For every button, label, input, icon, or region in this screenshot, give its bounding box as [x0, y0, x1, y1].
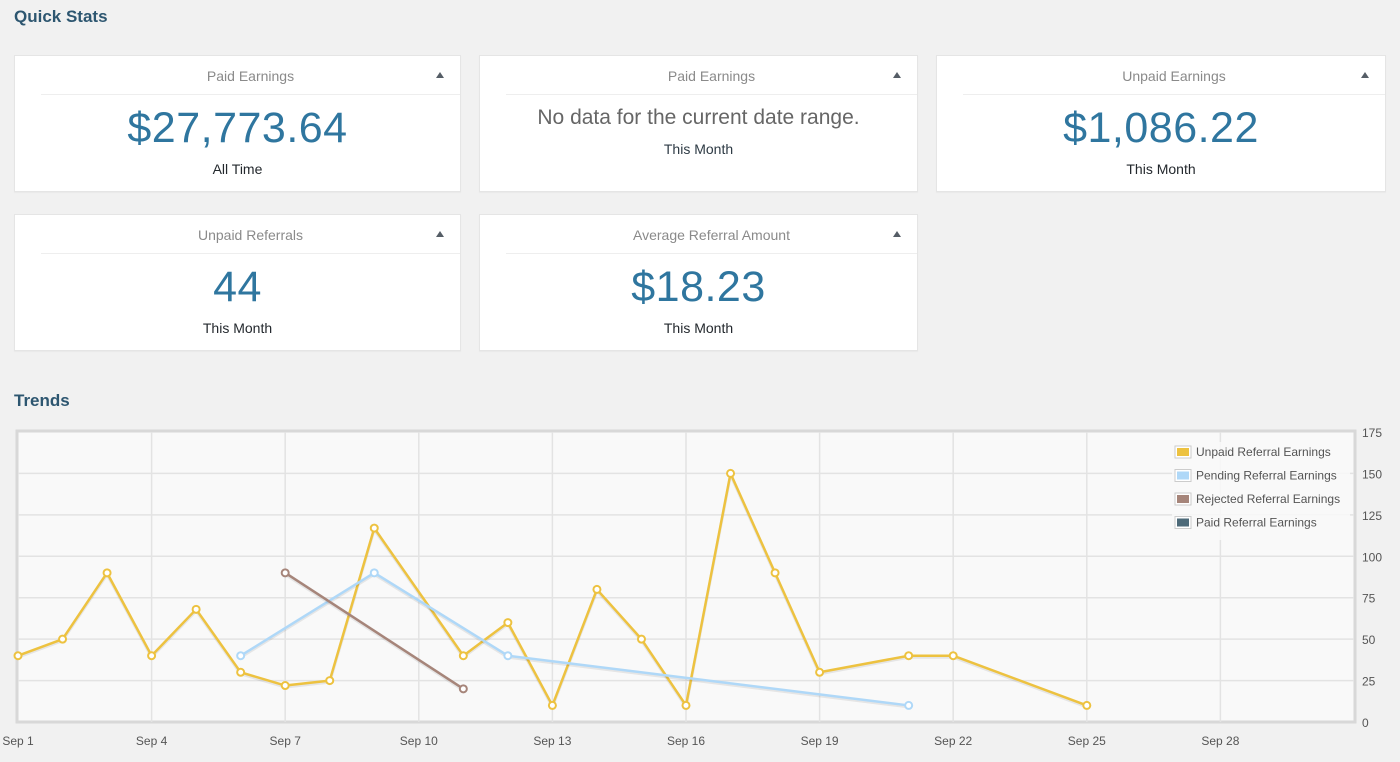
chart-legend: Unpaid Referral Earnings Pending Referral…: [1172, 442, 1350, 540]
data-point: [904, 651, 914, 661]
y-tick-label: 75: [1362, 592, 1376, 606]
data-point: [102, 568, 112, 578]
card-title: Paid Earnings: [206, 68, 295, 84]
y-tick-label: 175: [1362, 426, 1382, 440]
triangle-up-icon[interactable]: [1359, 69, 1371, 81]
data-point: [681, 700, 691, 710]
triangle-up-icon[interactable]: [434, 69, 446, 81]
card-header: Paid Earnings: [506, 56, 917, 95]
card-header: Paid Earnings: [41, 56, 460, 95]
card-title: Unpaid Referrals: [197, 227, 304, 243]
stat-card-unpaid-earnings: Unpaid Earnings $1,086.22 This Month: [936, 55, 1386, 192]
card-header: Unpaid Earnings: [963, 56, 1385, 95]
card-no-data-message: No data for the current date range.: [537, 106, 860, 129]
data-point: [770, 568, 780, 578]
card-header: Unpaid Referrals: [41, 215, 460, 254]
x-tick-label: Sep 19: [801, 734, 839, 748]
stat-card-paid-earnings-this-month: Paid Earnings No data for the current da…: [479, 55, 918, 192]
trends-chart-svg: 0255075100125150175 Sep 1 Sep 4 Sep 7 Sep 1…: [2, 426, 1382, 748]
data-point: [904, 700, 914, 710]
data-point: [503, 651, 513, 661]
card-value: $1,086.22: [1063, 104, 1259, 152]
y-tick-label: 50: [1362, 633, 1376, 647]
card-period: This Month: [663, 320, 734, 336]
data-point: [458, 684, 468, 694]
x-tick-label: Sep 7: [270, 734, 302, 748]
y-axis-ticks: 0 25 50 75 100 125 150 175: [1362, 426, 1382, 730]
data-point: [280, 681, 290, 691]
data-point: [13, 651, 23, 661]
y-tick-label: 150: [1362, 467, 1382, 481]
data-point: [458, 651, 468, 661]
legend-swatch: [1177, 471, 1189, 480]
y-tick-label: 125: [1362, 509, 1382, 523]
data-point: [280, 568, 290, 578]
data-point: [369, 568, 379, 578]
card-title: Average Referral Amount: [633, 227, 790, 243]
card-period: This Month: [663, 141, 734, 157]
legend-label: Pending Referral Earnings: [1196, 469, 1337, 483]
legend-label: Rejected Referral Earnings: [1196, 492, 1340, 506]
x-tick-label: Sep 22: [934, 734, 972, 748]
x-tick-label: Sep 1: [2, 734, 34, 748]
x-tick-label: Sep 4: [136, 734, 168, 748]
legend-swatch: [1177, 518, 1189, 527]
data-point: [369, 523, 379, 533]
card-value: $18.23: [631, 263, 766, 311]
data-point: [325, 676, 335, 686]
data-point: [191, 604, 201, 614]
data-point: [592, 584, 602, 594]
stat-card-paid-earnings-all-time: Paid Earnings $27,773.64 All Time: [14, 55, 461, 192]
trends-chart: 0 25 50 75 100 125 150 175 Sep 1 Sep 4 Sep 7 Sep 1…: [0, 420, 1400, 762]
card-value: $27,773.64: [127, 104, 348, 152]
stat-card-unpaid-referrals: Unpaid Referrals 44 This Month: [14, 214, 461, 351]
data-point: [236, 667, 246, 677]
x-tick-label: Sep 10: [400, 734, 438, 748]
card-value: 44: [213, 263, 262, 311]
legend-label: Unpaid Referral Earnings: [1196, 445, 1331, 459]
data-point: [147, 651, 157, 661]
data-point: [547, 700, 557, 710]
card-period: This Month: [202, 320, 273, 336]
legend-label: Paid Referral Earnings: [1196, 516, 1317, 530]
data-point: [58, 634, 68, 644]
x-tick-label: Sep 28: [1201, 734, 1239, 748]
quick-stats-heading: Quick Stats: [14, 7, 108, 26]
triangle-up-icon[interactable]: [434, 228, 446, 240]
card-period: This Month: [1126, 161, 1196, 177]
legend-swatch: [1177, 495, 1189, 503]
data-point: [948, 651, 958, 661]
data-point: [1082, 700, 1092, 710]
card-title: Paid Earnings: [667, 68, 756, 84]
card-header: Average Referral Amount: [506, 215, 917, 254]
x-tick-label: Sep 16: [667, 734, 705, 748]
x-tick-label: Sep 25: [1068, 734, 1106, 748]
y-tick-label: 100: [1362, 550, 1382, 564]
triangle-up-icon[interactable]: [891, 228, 903, 240]
trends-heading: Trends: [14, 391, 70, 410]
triangle-up-icon[interactable]: [891, 69, 903, 81]
data-point: [726, 468, 736, 478]
x-axis-ticks: Sep 1 Sep 4 Sep 7 Sep 10 Sep 13 Sep 16 Sep 19 S…: [2, 734, 1239, 748]
card-period: All Time: [212, 161, 263, 177]
data-point: [503, 618, 513, 628]
y-tick-label: 25: [1362, 675, 1376, 689]
legend-swatch: [1177, 448, 1189, 456]
data-point: [815, 667, 825, 677]
y-tick-label: 0: [1362, 716, 1369, 730]
data-point: [236, 651, 246, 661]
stat-card-average-referral-amount: Average Referral Amount $18.23 This Mont…: [479, 214, 918, 351]
x-tick-label: Sep 13: [533, 734, 571, 748]
data-point: [636, 634, 646, 644]
card-title: Unpaid Earnings: [1122, 68, 1226, 84]
